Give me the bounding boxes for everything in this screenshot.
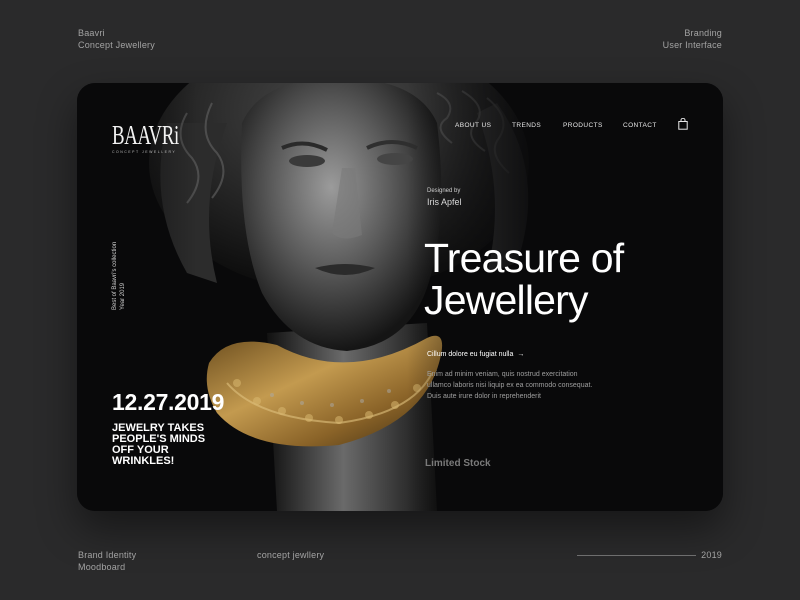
cta-label: Cillum dolore eu fugiat nulla — [427, 351, 514, 358]
project-caption: concept jewllery — [257, 550, 325, 560]
category-ui: User Interface — [662, 40, 722, 50]
collection-side-note: Best of Baavri's collection Year 2019 — [111, 240, 191, 310]
side-note-line-1: Best of Baavri's collection — [112, 241, 118, 310]
nav-trends[interactable]: TRENDS — [512, 122, 541, 129]
hero-headline: Treasure of Jewellery — [424, 235, 624, 323]
website-hero-card: BAAVRi CONCEPT JEWELLERY ABOUT US TRENDS… — [77, 83, 723, 511]
logo-tagline: CONCEPT JEWELLERY — [112, 150, 177, 154]
designed-by-label: Designed by — [427, 188, 461, 194]
hero-tagline: JEWELRY TAKES PEOPLE'S MINDS OFF YOUR WR… — [112, 423, 205, 467]
hero-cta-link[interactable]: Cillum dolore eu fugiat nulla → — [427, 351, 524, 358]
limited-stock-label: Limited Stock — [425, 458, 491, 469]
nav-products[interactable]: PRODUCTS — [563, 122, 603, 129]
logo-wordmark: BAAVRi — [112, 120, 179, 150]
project-name: Baavri — [78, 28, 105, 38]
project-year: 2019 — [701, 550, 722, 560]
project-subtitle: Concept Jewellery — [78, 40, 155, 50]
headline-line-2: Jewellery — [424, 277, 588, 323]
deliverables: Brand Identity Moodboard — [78, 549, 136, 573]
category-branding: Branding — [684, 28, 722, 38]
nav-about-us[interactable]: ABOUT US — [455, 122, 491, 129]
deliverable-brand-identity: Brand Identity — [78, 550, 137, 560]
divider-line — [577, 555, 696, 556]
brand-logo[interactable]: BAAVRi CONCEPT JEWELLERY — [112, 121, 208, 154]
project-title: Baavri Concept Jewellery — [78, 27, 155, 51]
project-category: Branding User Interface — [663, 27, 722, 51]
side-note-line-2: Year 2019 — [120, 282, 126, 310]
description-line: Duis aute irure dolor in reprehenderit — [427, 393, 542, 400]
hero-description: Enim ad minim veniam, quis nostrud exerc… — [427, 369, 592, 402]
nav-contact[interactable]: CONTACT — [623, 122, 657, 129]
description-line: ullamco laboris nisi liquip ex ea commod… — [427, 382, 593, 389]
shopping-bag-icon[interactable] — [678, 118, 688, 130]
description-line: Enim ad minim veniam, quis nostrud exerc… — [427, 371, 578, 378]
headline-line-1: Treasure of — [424, 235, 624, 281]
deliverable-moodboard: Moodboard — [78, 562, 126, 572]
arrow-right-icon: → — [517, 351, 525, 358]
tagline-line: WRINKLES! — [112, 455, 175, 467]
hero-date: 12.27.2019 — [112, 389, 225, 415]
designer-name: Iris Apfel — [427, 197, 462, 207]
